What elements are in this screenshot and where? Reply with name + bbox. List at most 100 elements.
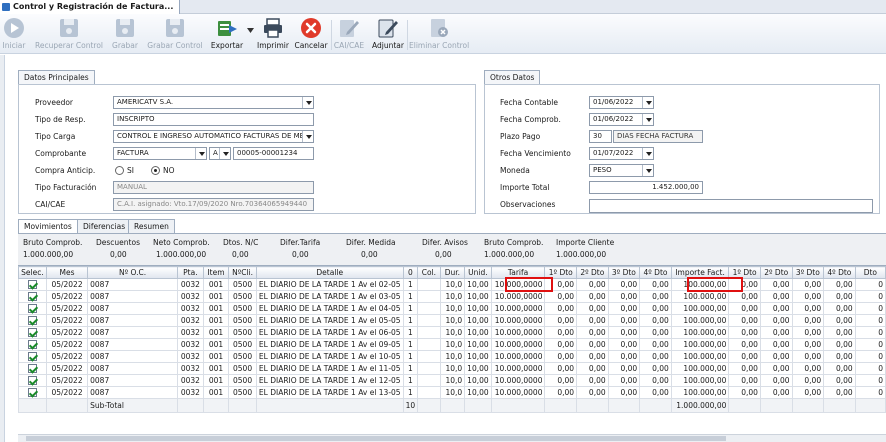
cell-cli: 0500	[228, 290, 257, 303]
row-checkbox[interactable]	[27, 376, 37, 386]
importe-total-field[interactable]: 1.452.000,00	[589, 181, 703, 194]
horizontal-scrollbar[interactable]	[18, 434, 886, 442]
column-header[interactable]: Mes	[45, 266, 89, 279]
column-header[interactable]: 2º Dto	[576, 266, 609, 279]
cell-d1: 0,00	[544, 386, 578, 399]
moneda-select[interactable]: PESO	[589, 164, 654, 177]
chevron-down-icon[interactable]	[642, 148, 653, 159]
column-header[interactable]: Dto	[854, 266, 886, 279]
table-row[interactable]: 05/2022 0087 0032 001 0500 EL DIARIO DE LA TA…	[18, 302, 886, 315]
select-cell[interactable]	[18, 326, 47, 339]
chevron-down-icon[interactable]	[219, 148, 230, 159]
proveedor-select[interactable]: AMERICATV S.A.	[113, 96, 314, 109]
chevron-down-icon[interactable]	[195, 148, 206, 159]
column-header[interactable]: 3º Dto	[607, 266, 641, 279]
recuperar-control-button[interactable]: Recuperar Control	[33, 14, 105, 54]
chevron-down-icon[interactable]	[302, 131, 313, 142]
chevron-down-icon[interactable]	[642, 97, 653, 108]
column-header[interactable]: Dur.	[439, 266, 466, 279]
imprimir-button[interactable]: Imprimir	[256, 14, 290, 54]
cancelar-button[interactable]: Cancelar	[294, 14, 328, 54]
eliminar-control-button[interactable]: Eliminar Control	[409, 14, 469, 54]
select-cell[interactable]	[18, 314, 47, 327]
tipo-resp-field[interactable]: INSCRIPTO	[113, 113, 314, 126]
column-header[interactable]: 1º Dto	[544, 266, 578, 279]
select-cell[interactable]	[18, 350, 47, 363]
row-checkbox[interactable]	[27, 280, 37, 290]
fecha-vencimiento-picker[interactable]: 01/07/2022	[589, 147, 654, 160]
plazo-pago-dias-field[interactable]: 30	[589, 130, 612, 143]
column-header[interactable]: NºCli.	[228, 266, 257, 279]
column-header[interactable]: 4º Dto	[823, 266, 856, 279]
column-header[interactable]: Pta.	[177, 266, 204, 279]
subtotal-cell	[607, 398, 641, 413]
iniciar-button[interactable]: Iniciar	[0, 14, 28, 54]
column-header[interactable]: Selec.	[18, 266, 47, 279]
tipo-carga-select[interactable]: CONTROL E INGRESO AUTOMATICO FACTURAS DE…	[113, 130, 314, 143]
cai-cae-button[interactable]: CAI/CAE	[333, 14, 365, 54]
row-checkbox[interactable]	[27, 388, 37, 398]
column-header[interactable]: Col.	[417, 266, 441, 279]
column-header[interactable]: 1º Dto	[728, 266, 761, 279]
subtotal-cell	[791, 398, 825, 413]
tab-resumen[interactable]: Resumen	[128, 219, 175, 233]
table-row[interactable]: 05/2022 0087 0032 001 0500 EL DIARIO DE LA TA…	[18, 386, 886, 399]
select-cell[interactable]	[18, 302, 47, 315]
exportar-dropdown[interactable]	[246, 14, 254, 54]
column-header[interactable]: Detalle	[255, 266, 404, 279]
fecha-comprob-picker[interactable]: 01/06/2022	[589, 113, 654, 126]
column-header[interactable]: Item	[202, 266, 230, 279]
table-row[interactable]: 05/2022 0087 0032 001 0500 EL DIARIO DE LA TA…	[18, 350, 886, 363]
select-cell[interactable]	[18, 362, 47, 375]
select-cell[interactable]	[18, 290, 47, 303]
grabar-button[interactable]: Grabar	[108, 14, 142, 54]
cell-e4: 0,00	[823, 374, 856, 387]
table-row[interactable]: 05/2022 0087 0032 001 0500 EL DIARIO DE LA TA…	[18, 374, 886, 387]
chevron-down-icon[interactable]	[642, 114, 653, 125]
table-row[interactable]: 05/2022 0087 0032 001 0500 EL DIARIO DE LA TA…	[18, 338, 886, 351]
row-checkbox[interactable]	[27, 364, 37, 374]
column-header[interactable]: Importe Fact.	[670, 266, 730, 279]
tab-diferencias[interactable]: Diferencias	[77, 219, 132, 233]
table-row[interactable]: 05/2022 0087 0032 001 0500 EL DIARIO DE LA TA…	[18, 290, 886, 303]
column-header[interactable]: Nº O.C.	[87, 266, 179, 279]
observaciones-field[interactable]	[589, 199, 873, 213]
tab-datos-principales[interactable]: Datos Principales	[18, 70, 95, 84]
table-row[interactable]: 05/2022 0087 0032 001 0500 EL DIARIO DE LA TA…	[18, 326, 886, 339]
row-checkbox[interactable]	[27, 304, 37, 314]
comprobante-letra-select[interactable]: A	[209, 147, 231, 160]
cell-e5: 0	[854, 362, 886, 375]
column-header[interactable]: 2º Dto	[759, 266, 793, 279]
row-checkbox[interactable]	[27, 316, 37, 326]
comprobante-tipo-select[interactable]: FACTURA	[113, 147, 207, 160]
compra-anticip-no-radio[interactable]	[151, 166, 160, 175]
fecha-contable-picker[interactable]: 01/06/2022	[589, 96, 654, 109]
comprobante-numero-field[interactable]: 00005-00001234	[233, 147, 314, 160]
select-cell[interactable]	[18, 374, 47, 387]
table-row[interactable]: 05/2022 0087 0032 001 0500 EL DIARIO DE LA TA…	[18, 314, 886, 327]
column-header[interactable]: Unid.	[464, 266, 492, 279]
tab-movimientos[interactable]: Movimientos	[18, 219, 78, 234]
row-checkbox[interactable]	[27, 340, 37, 350]
grabar-control-button[interactable]: Grabar Control	[146, 14, 204, 54]
row-checkbox[interactable]	[27, 328, 37, 338]
select-cell[interactable]	[18, 338, 47, 351]
scrollbar-thumb[interactable]	[26, 436, 726, 441]
row-checkbox[interactable]	[27, 352, 37, 362]
chevron-down-icon[interactable]	[642, 165, 653, 176]
select-cell[interactable]	[18, 278, 47, 291]
row-checkbox[interactable]	[27, 292, 37, 302]
compra-anticip-si-radio[interactable]	[115, 166, 124, 175]
exportar-button[interactable]: Exportar	[207, 14, 247, 54]
column-header[interactable]: Tarifa	[490, 266, 546, 279]
column-header[interactable]: 4º Dto	[639, 266, 672, 279]
column-header[interactable]: 3º Dto	[791, 266, 825, 279]
select-cell[interactable]	[18, 386, 47, 399]
chevron-down-icon[interactable]	[302, 97, 313, 108]
table-row[interactable]: 05/2022 0087 0032 001 0500 EL DIARIO DE LA TA…	[18, 278, 886, 291]
tab-otros-datos[interactable]: Otros Datos	[484, 70, 541, 84]
window-tab[interactable]: Control y Registración de Factura...	[0, 0, 181, 14]
column-header[interactable]: 0	[402, 266, 419, 279]
table-row[interactable]: 05/2022 0087 0032 001 0500 EL DIARIO DE LA TA…	[18, 362, 886, 375]
adjuntar-button[interactable]: Adjuntar	[370, 14, 406, 54]
